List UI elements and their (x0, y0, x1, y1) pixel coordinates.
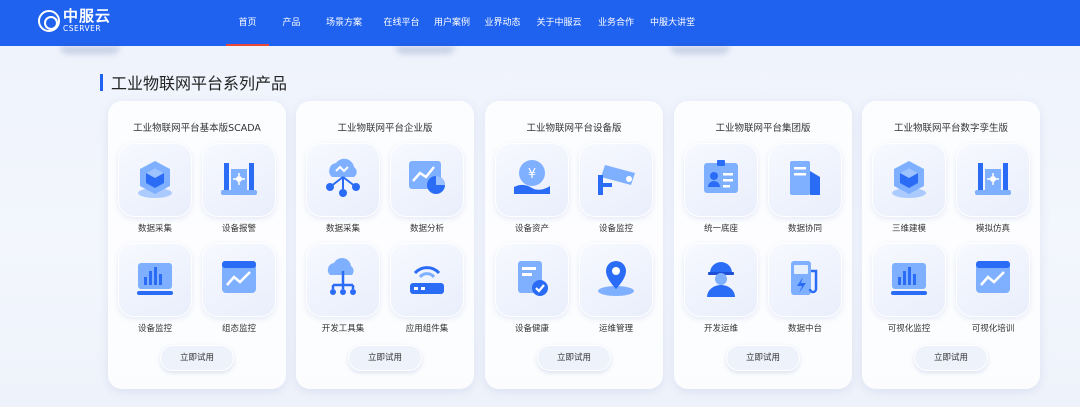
camera-icon (598, 165, 635, 195)
feature-label: 模拟仿真 (975, 224, 1010, 234)
nav-item-1[interactable]: 产品 (271, 0, 312, 46)
feature-tile-2[interactable] (306, 243, 380, 317)
feature-label: 数据中台 (787, 324, 822, 334)
feature-tile-1[interactable] (956, 143, 1030, 217)
main-nav: 首页 产品 场景方案 在线平台 用户案例 业界动态 关于中服云 业务合作 中服大讲堂 (224, 0, 703, 46)
feature-tile-1[interactable] (390, 143, 464, 217)
try-now-button[interactable]: 立即试用 (160, 345, 234, 371)
logo-mark-icon (38, 10, 60, 32)
money-hand-icon: ¥ (514, 160, 550, 194)
logo-text-cn: 中服云 (63, 7, 112, 25)
cube-icon (892, 161, 926, 198)
feature-label: 设备监控 (137, 324, 172, 334)
feature-tile-3[interactable] (202, 243, 276, 317)
feature-label: 设备资产 (514, 224, 549, 234)
card-title: 工业物联网平台基本版SCADA (133, 123, 261, 134)
feature-label: 数据协同 (787, 224, 822, 234)
charging-station-icon (791, 261, 818, 295)
line-chart-window-icon (222, 261, 256, 293)
factory-icon (975, 163, 1011, 195)
bar-chart-icon (137, 263, 173, 295)
product-card-4: 工业物联网平台数字孪生版 三维建模 模拟仿真 可视化监控 可视化培训立即试用 (862, 101, 1040, 389)
feature-label: 可视化培训 (971, 324, 1015, 334)
feature-label: 组态监控 (221, 324, 256, 334)
header-shadow-mid (395, 46, 455, 54)
try-now-button[interactable]: 立即试用 (348, 345, 422, 371)
feature-tile-3[interactable] (956, 243, 1030, 317)
card-title: 工业物联网平台企业版 (337, 123, 433, 134)
top-nav-bar: 中服云 CSERVER 首页 产品 场景方案 在线平台 用户案例 业界动态 关于中服云 业务合… (0, 0, 1080, 46)
feature-tile-3[interactable] (390, 243, 464, 317)
logo-text-en: CSERVER (63, 24, 102, 33)
try-now-button[interactable]: 立即试用 (914, 345, 988, 371)
nav-item-6[interactable]: 关于中服云 (528, 0, 590, 46)
nav-item-2[interactable]: 场景方案 (312, 0, 376, 46)
feature-tile-1[interactable] (768, 143, 842, 217)
section-title: 工业物联网平台系列产品 (100, 72, 288, 93)
worker-icon (707, 262, 735, 297)
feature-tile-2[interactable] (495, 243, 569, 317)
feature-label: 应用组件集 (405, 324, 449, 334)
feature-tile-0[interactable] (872, 143, 946, 217)
try-now-button[interactable]: 立即试用 (537, 345, 611, 371)
factory-icon (221, 163, 257, 195)
feature-label: 运维管理 (598, 324, 633, 334)
location-pin-icon (598, 261, 634, 296)
feature-tile-2[interactable] (684, 243, 758, 317)
card-title: 工业物联网平台设备版 (526, 123, 622, 134)
feature-label: 统一底座 (703, 224, 738, 234)
product-card-2: 工业物联网平台设备版 ¥ 设备资产 设备监控 设备健康 运维管理立即试用 (485, 101, 663, 389)
feature-label: 开发工具集 (321, 324, 365, 334)
card-title: 工业物联网平台集团版 (715, 123, 811, 134)
cube-icon (138, 161, 172, 198)
feature-label: 数据分析 (409, 224, 444, 234)
feature-tile-2[interactable] (872, 243, 946, 317)
try-now-button[interactable]: 立即试用 (726, 345, 800, 371)
feature-tile-1[interactable] (202, 143, 276, 217)
bar-chart-icon (891, 263, 927, 295)
nav-item-8[interactable]: 中服大讲堂 (642, 0, 703, 46)
feature-label: 设备健康 (514, 324, 549, 334)
feature-label: 可视化监控 (887, 324, 931, 334)
feature-label: 设备报警 (221, 224, 256, 234)
svg-text:¥: ¥ (528, 167, 536, 182)
feature-tile-0[interactable] (306, 143, 380, 217)
section-title-accent (100, 73, 103, 91)
building-icon (790, 161, 820, 195)
line-chart-window-icon (976, 261, 1010, 293)
feature-label: 设备监控 (598, 224, 633, 234)
feature-tile-0[interactable] (684, 143, 758, 217)
feature-tile-3[interactable] (579, 243, 653, 317)
chart-analysis-icon (409, 161, 445, 194)
nav-item-5[interactable]: 业界动态 (477, 0, 528, 46)
feature-tile-1[interactable] (579, 143, 653, 217)
nav-item-7[interactable]: 业务合作 (590, 0, 642, 46)
product-card-3: 工业物联网平台集团版 统一底座 数据协同 开发运维 数据中台立即试用 (674, 101, 852, 389)
feature-tile-0[interactable] (118, 143, 192, 217)
section-title-text: 工业物联网平台系列产品 (111, 74, 288, 93)
router-icon (410, 266, 444, 294)
nav-item-4[interactable]: 用户案例 (427, 0, 477, 46)
feature-label: 数据采集 (325, 224, 360, 234)
card-title: 工业物联网平台数字孪生版 (893, 123, 1008, 134)
feature-tile-2[interactable] (118, 243, 192, 317)
header-shadow-right (670, 46, 730, 54)
feature-label: 数据采集 (137, 224, 172, 234)
nav-item-0[interactable]: 首页 (224, 0, 271, 46)
feature-label: 三维建模 (891, 224, 926, 234)
header-shadow-left (60, 46, 120, 54)
id-card-icon (704, 160, 738, 193)
feature-label: 开发运维 (703, 324, 738, 334)
logo[interactable]: 中服云 CSERVER (38, 9, 148, 37)
health-doc-icon (518, 261, 548, 296)
cloud-tree-icon (327, 258, 356, 295)
feature-tile-3[interactable] (768, 243, 842, 317)
product-card-1: 工业物联网平台企业版 数据采集 数据分析 开发工具集 应用组件集立即试用 (296, 101, 474, 389)
nav-item-3[interactable]: 在线平台 (376, 0, 427, 46)
cloud-network-icon (326, 158, 360, 197)
feature-tile-0[interactable]: ¥ (495, 143, 569, 217)
product-card-0: 工业物联网平台基本版SCADA 数据采集 设备报警 设备监控 组态监控立即试用 (108, 101, 286, 389)
